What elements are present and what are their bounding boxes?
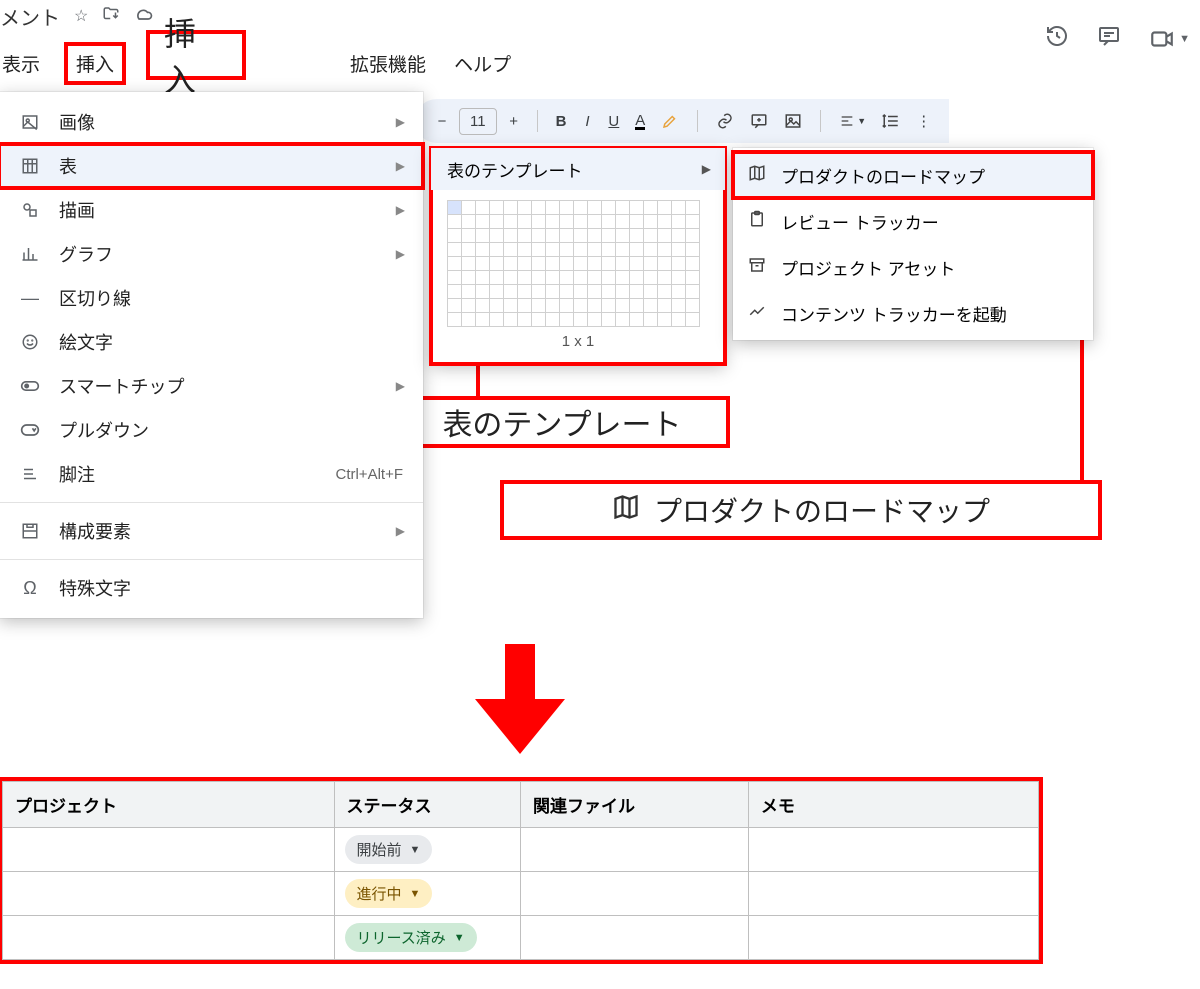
table-row[interactable]: リリース済み▼ xyxy=(3,916,1039,960)
map-icon xyxy=(612,493,640,528)
trend-icon xyxy=(747,302,767,325)
highlight-button[interactable] xyxy=(657,108,683,134)
callout-insert: 挿入 xyxy=(146,30,246,80)
table-size-label: 1 x 1 xyxy=(431,333,725,350)
callout-table-templates: 表のテンプレート xyxy=(394,396,730,448)
archive-icon xyxy=(747,256,767,279)
top-right-actions: ▼ xyxy=(1045,24,1190,53)
table-row[interactable]: 開始前▼ xyxy=(3,828,1039,872)
add-comment-button[interactable] xyxy=(746,108,772,134)
callout-roadmap: プロダクトのロードマップ xyxy=(500,480,1102,540)
line-spacing-button[interactable] xyxy=(878,108,904,134)
menu-item-image[interactable]: 画像▶ xyxy=(0,100,423,144)
chevron-down-icon: ▼ xyxy=(410,844,421,856)
chevron-down-icon: ▼ xyxy=(454,932,465,944)
th-status: ステータス xyxy=(334,782,520,828)
template-roadmap[interactable]: プロダクトのロードマップ xyxy=(733,152,1093,198)
status-chip-not-started[interactable]: 開始前▼ xyxy=(345,835,433,864)
table-row[interactable]: 進行中▼ xyxy=(3,872,1039,916)
font-size-field[interactable]: 11 xyxy=(459,108,497,135)
menu-divider xyxy=(0,502,423,503)
template-review-tracker[interactable]: レビュー トラッカー xyxy=(733,198,1093,244)
font-size-decrease[interactable]: − xyxy=(433,109,451,134)
insert-image-button[interactable] xyxy=(780,108,806,134)
italic-button[interactable]: I xyxy=(578,109,596,134)
cloud-icon[interactable] xyxy=(134,4,154,29)
th-files: 関連ファイル xyxy=(520,782,748,828)
chevron-right-icon: ▶ xyxy=(702,162,711,176)
title-bar: メント ☆ xyxy=(0,0,154,32)
chevron-right-icon: ▶ xyxy=(396,115,405,129)
menu-item-drawing[interactable]: 描画▶ xyxy=(0,188,423,232)
star-icon[interactable]: ☆ xyxy=(74,6,88,26)
align-button[interactable]: ▼ xyxy=(835,109,870,133)
th-notes: メモ xyxy=(748,782,1038,828)
flow-arrow-icon xyxy=(470,644,570,754)
menu-item-pulldown[interactable]: プルダウン xyxy=(0,408,423,452)
shortcut-label: Ctrl+Alt+F xyxy=(335,466,403,483)
menu-item-building-blocks[interactable]: 構成要素▶ xyxy=(0,509,423,553)
menu-item-chart[interactable]: グラフ▶ xyxy=(0,232,423,276)
image-icon xyxy=(19,113,41,131)
more-button[interactable]: ⋮ xyxy=(912,108,935,134)
meet-icon[interactable]: ▼ xyxy=(1149,26,1190,52)
comments-icon[interactable] xyxy=(1097,24,1121,53)
table-templates-submenu: プロダクトのロードマップ レビュー トラッカー プロジェクト アセット コンテン… xyxy=(733,148,1093,340)
menu-item-footnote[interactable]: 脚注 Ctrl+Alt+F xyxy=(0,452,423,496)
building-blocks-icon xyxy=(19,522,41,540)
table-size-picker[interactable] xyxy=(447,200,709,327)
menu-help[interactable]: ヘルプ xyxy=(452,44,513,83)
formatting-toolbar: − 11 + B I U A ▼ ⋮ xyxy=(415,99,949,143)
underline-button[interactable]: U xyxy=(604,109,623,134)
table-icon xyxy=(19,157,41,175)
menu-item-table[interactable]: 表▶ xyxy=(0,144,423,188)
menu-divider xyxy=(0,559,423,560)
move-folder-icon[interactable] xyxy=(102,5,120,28)
menu-item-emoji[interactable]: 絵文字 xyxy=(0,320,423,364)
bold-button[interactable]: B xyxy=(552,109,571,134)
omega-icon: Ω xyxy=(19,578,41,599)
chevron-right-icon: ▶ xyxy=(396,524,405,538)
pulldown-icon xyxy=(19,422,41,438)
font-size-increase[interactable]: + xyxy=(505,109,523,134)
doc-title-fragment: メント xyxy=(0,2,60,31)
chart-icon xyxy=(19,245,41,263)
menu-extensions[interactable]: 拡張機能 xyxy=(348,44,428,83)
menu-view[interactable]: 表示 xyxy=(0,44,42,83)
chevron-right-icon: ▶ xyxy=(396,159,405,173)
template-content-tracker[interactable]: コンテンツ トラッカーを起動 xyxy=(733,290,1093,336)
text-color-button[interactable]: A xyxy=(631,108,649,134)
menu-item-special-characters[interactable]: Ω 特殊文字 xyxy=(0,566,423,610)
map-icon xyxy=(747,164,767,187)
status-chip-released[interactable]: リリース済み▼ xyxy=(345,923,477,952)
inserted-roadmap-table: プロジェクト ステータス 関連ファイル メモ 開始前▼ 進行中▼ リリース済み▼ xyxy=(0,777,1043,964)
chevron-right-icon: ▶ xyxy=(396,379,405,393)
insert-menu-dropdown: 画像▶ 表▶ 描画▶ グラフ▶ — 区切り線 絵文字 スマートチップ▶ プルダウ… xyxy=(0,92,423,618)
status-chip-in-progress[interactable]: 進行中▼ xyxy=(345,879,433,908)
hr-icon: — xyxy=(19,288,41,309)
chevron-down-icon: ▼ xyxy=(410,888,421,900)
menu-item-hr[interactable]: — 区切り線 xyxy=(0,276,423,320)
menu-bar: 表示 挿入 表示形式 拡張機能 ヘルプ xyxy=(0,44,513,83)
menu-item-smartchip[interactable]: スマートチップ▶ xyxy=(0,364,423,408)
drawing-icon xyxy=(19,201,41,219)
chevron-right-icon: ▶ xyxy=(396,247,405,261)
table-submenu: 表のテンプレート ▶ 1 x 1 xyxy=(431,148,725,364)
table-templates-item[interactable]: 表のテンプレート ▶ xyxy=(431,148,725,190)
template-project-assets[interactable]: プロジェクト アセット xyxy=(733,244,1093,290)
footnote-icon xyxy=(19,465,41,483)
clipboard-icon xyxy=(747,210,767,233)
smartchip-icon xyxy=(19,377,41,395)
chevron-right-icon: ▶ xyxy=(396,203,405,217)
menu-insert[interactable]: 挿入 xyxy=(66,44,124,83)
history-icon[interactable] xyxy=(1045,24,1069,53)
th-project: プロジェクト xyxy=(3,782,335,828)
link-button[interactable] xyxy=(712,108,738,134)
emoji-icon xyxy=(19,333,41,351)
